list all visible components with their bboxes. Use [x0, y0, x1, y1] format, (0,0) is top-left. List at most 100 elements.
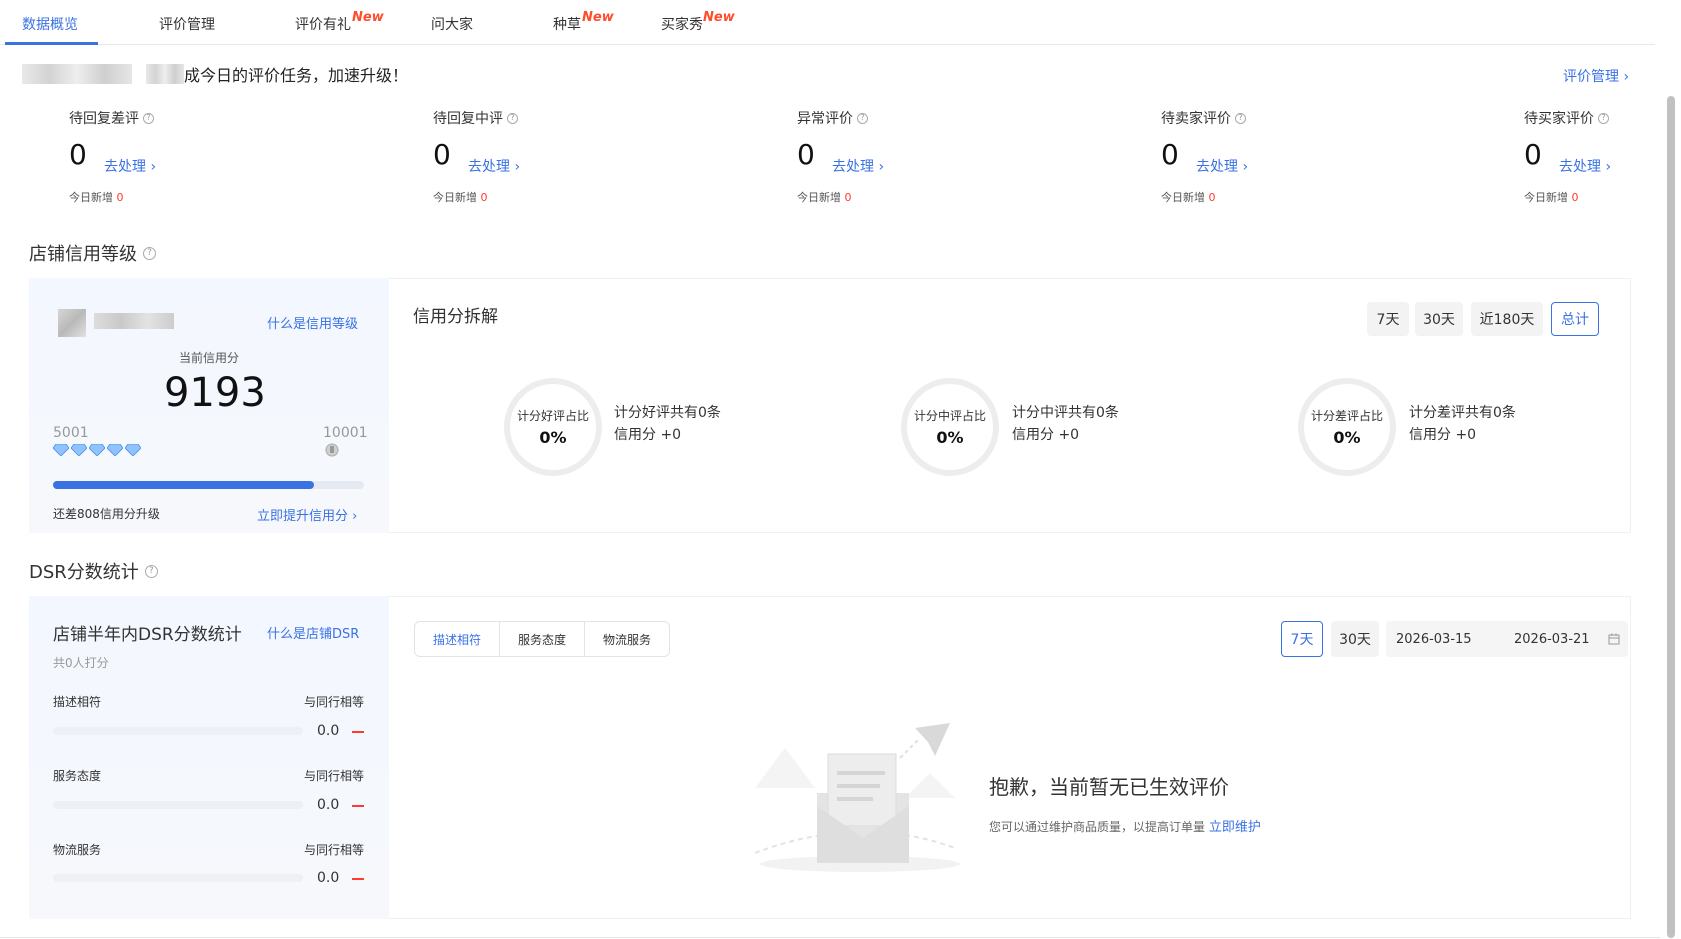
new-badge: New: [703, 10, 735, 25]
tab-review-gift[interactable]: 评价有礼 New: [295, 10, 384, 45]
stat-abnormal: 异常评价? 0 去处理 › 今日新增 0: [797, 108, 997, 204]
divider: [0, 937, 1660, 938]
help-icon[interactable]: ?: [1235, 112, 1246, 124]
tab-seeding[interactable]: 种草 New: [553, 10, 614, 45]
equal-dash-icon: [352, 805, 364, 807]
date-end[interactable]: 2026-03-21: [1514, 632, 1590, 647]
dsr-period-7d[interactable]: 7天: [1281, 621, 1323, 657]
current-credit-label: 当前信用分: [179, 351, 240, 365]
task-greeting: 成今日的评价任务，加速升级！: [22, 62, 408, 86]
tab-buyer-show[interactable]: 买家秀 New: [661, 10, 735, 45]
stat-title: 异常评价: [797, 111, 853, 127]
today-new: 今日新增 0: [797, 191, 852, 204]
maintain-now-link[interactable]: 立即维护: [1209, 820, 1261, 835]
dsr-row-label: 服务态度: [53, 769, 102, 783]
credit-summary-card: 什么是信用等级 当前信用分 9193 5001 10001 还差808信用分升级…: [29, 278, 389, 533]
stat-pending-seller: 待卖家评价? 0 去处理 › 今日新增 0: [1161, 108, 1361, 204]
diamond-icon: [89, 444, 105, 456]
dsr-count-text: 共0人打分: [53, 656, 109, 670]
tab-data-overview[interactable]: 数据概览: [22, 14, 78, 45]
segment-logistics[interactable]: 物流服务: [585, 622, 669, 656]
dsr-row-compare: 与同行相等: [304, 769, 365, 783]
period-30d-chip[interactable]: 30天: [1415, 302, 1463, 336]
blurred-text: [146, 64, 184, 84]
empty-envelope-illustration: [754, 723, 960, 872]
calendar-icon[interactable]: [1608, 633, 1620, 645]
segment-description[interactable]: 描述相符: [415, 622, 500, 656]
stat-value: 0: [1161, 138, 1179, 171]
stat-title: 待回复中评: [433, 111, 503, 127]
ring-label: 计分差评占比: [1310, 409, 1383, 423]
diamond-icon: [53, 444, 69, 456]
credit-breakdown-title: 信用分拆解: [413, 307, 498, 327]
greeting-text: 成今日的评价任务，加速升级！: [184, 66, 409, 85]
dsr-row-compare: 与同行相等: [304, 695, 365, 709]
dsr-period-30d[interactable]: 30天: [1331, 621, 1379, 657]
help-icon[interactable]: ?: [857, 112, 868, 124]
credit-range-min: 5001: [53, 425, 89, 441]
stat-value: 0: [1524, 138, 1542, 171]
crown-level-icon: [325, 443, 339, 457]
vertical-scrollbar[interactable]: [1667, 96, 1675, 938]
process-link[interactable]: 去处理 ›: [468, 156, 520, 176]
neutral-ratio-ring: 计分中评占比 0%: [901, 378, 999, 476]
today-new: 今日新增 0: [433, 191, 488, 204]
today-new: 今日新增 0: [69, 191, 124, 204]
diamond-icon: [71, 444, 87, 456]
good-detail: 计分好评共有0条 信用分 +0: [614, 405, 721, 443]
today-new: 今日新增 0: [1524, 191, 1579, 204]
process-link[interactable]: 去处理 ›: [1559, 156, 1611, 176]
page: 数据概览 评价管理 评价有礼 New 问大家 种草 New 买家秀 New 成今日的评…: [0, 0, 1681, 939]
dsr-row-compare: 与同行相等: [304, 843, 365, 857]
what-is-dsr-link[interactable]: 什么是店铺DSR: [267, 623, 359, 642]
date-start[interactable]: 2026-03-15: [1396, 632, 1472, 647]
today-new: 今日新增 0: [1161, 191, 1216, 204]
neutral-detail: 计分中评共有0条 信用分 +0: [1012, 405, 1119, 443]
shop-avatar: [58, 309, 86, 337]
credit-gap-text: 还差808信用分升级: [53, 507, 160, 521]
credit-score: 9193: [164, 370, 266, 416]
empty-state-title: 抱歉，当前暂无已生效评价: [989, 775, 1229, 799]
period-180d-chip[interactable]: 近180天: [1471, 302, 1543, 336]
equal-dash-icon: [352, 878, 364, 880]
dsr-row-bar: [53, 727, 303, 735]
stat-value: 0: [797, 138, 815, 171]
segment-service[interactable]: 服务态度: [500, 622, 585, 656]
tab-ask-everyone[interactable]: 问大家: [431, 14, 473, 45]
ring-value: 0%: [936, 428, 964, 447]
stat-value: 0: [433, 138, 451, 171]
help-icon[interactable]: ?: [507, 112, 518, 124]
help-icon[interactable]: ?: [143, 246, 156, 260]
what-is-credit-link[interactable]: 什么是信用等级: [267, 313, 358, 332]
credit-section-title: 店铺信用等级?: [29, 240, 156, 266]
process-link[interactable]: 去处理 ›: [1196, 156, 1248, 176]
empty-state-sub: 您可以通过维护商品质量，以提高订单量 立即维护: [989, 820, 1261, 835]
help-icon[interactable]: ?: [1598, 112, 1609, 124]
negative-detail: 计分差评共有0条 信用分 +0: [1409, 405, 1516, 443]
diamond-icon: [125, 444, 141, 456]
dsr-metric-segment: 描述相符 服务态度 物流服务: [414, 621, 670, 657]
ring-label: 计分中评占比: [913, 409, 986, 423]
improve-credit-link[interactable]: 立即提升信用分 ›: [257, 505, 357, 524]
review-management-link[interactable]: 评价管理 ›: [1563, 66, 1629, 86]
period-7d-chip[interactable]: 7天: [1367, 302, 1409, 336]
help-icon[interactable]: ?: [144, 564, 158, 578]
dsr-summary-card: 店铺半年内DSR分数统计 什么是店铺DSR 共0人打分 描述相符 与同行相等 0…: [29, 596, 389, 919]
blurred-text: [22, 64, 132, 84]
ring-value: 0%: [539, 428, 567, 447]
period-total-chip[interactable]: 总计: [1551, 302, 1599, 336]
process-link[interactable]: 去处理 ›: [104, 156, 156, 176]
stat-title: 待卖家评价: [1161, 111, 1231, 127]
dsr-row-value: 0.0: [317, 723, 340, 739]
process-link[interactable]: 去处理 ›: [832, 156, 884, 176]
credit-range-max: 10001: [323, 425, 368, 441]
good-ratio-ring: 计分好评占比 0%: [504, 378, 602, 476]
tab-review-management[interactable]: 评价管理: [159, 14, 215, 45]
stat-value: 0: [69, 138, 87, 171]
diamond-level-icons: [53, 444, 141, 456]
date-range-picker[interactable]: 2026-03-15 2026-03-21: [1386, 621, 1628, 657]
dsr-panel-title: 店铺半年内DSR分数统计: [53, 625, 242, 645]
help-icon[interactable]: ?: [143, 112, 154, 124]
negative-ratio-ring: 计分差评占比 0%: [1298, 378, 1396, 476]
credit-progress-bar: [53, 481, 364, 489]
